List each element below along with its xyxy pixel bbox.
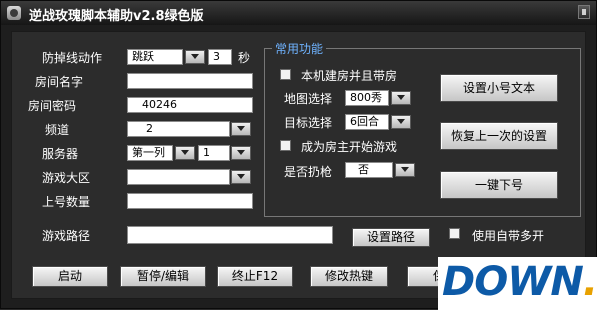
hotkey-button[interactable]: 修改热键 xyxy=(310,266,388,287)
seconds-unit-label: 秒 xyxy=(238,51,251,65)
channel-dropdown-icon[interactable] xyxy=(231,122,251,136)
server-index-select[interactable]: 1 xyxy=(198,145,230,161)
pause-edit-button[interactable]: 暂停/编辑 xyxy=(120,266,206,287)
window-title: 逆战玫瑰脚本辅助v2.8绿色版 xyxy=(29,9,204,24)
throw-gun-dropdown-icon[interactable] xyxy=(395,163,415,177)
server-label: 服务器 xyxy=(42,147,79,161)
throw-gun-label: 是否扔枪 xyxy=(284,165,333,179)
host-start-checkbox[interactable] xyxy=(280,140,291,151)
game-path-label: 游戏路径 xyxy=(42,229,91,243)
target-dropdown-icon[interactable] xyxy=(391,115,411,129)
room-name-label: 房间名字 xyxy=(35,75,84,89)
anti-drop-seconds-input[interactable]: 3 xyxy=(208,49,232,65)
app-icon xyxy=(7,6,21,20)
title-bar: 逆战玫瑰脚本辅助v2.8绿色版 xyxy=(1,1,596,25)
target-select[interactable]: 6回合 xyxy=(345,114,389,130)
watermark-main: DOWN xyxy=(442,259,584,305)
host-start-label: 成为房主开始游戏 xyxy=(301,140,398,154)
multi-open-checkbox[interactable] xyxy=(449,228,460,239)
close-icon[interactable] xyxy=(578,5,590,19)
restore-settings-button[interactable]: 恢复上一次的设置 xyxy=(440,122,558,150)
room-name-input[interactable] xyxy=(127,73,253,89)
channel-label: 频道 xyxy=(45,123,70,137)
anti-drop-dropdown-icon[interactable] xyxy=(185,50,205,64)
one-click-logout-button[interactable]: 一键下号 xyxy=(440,171,558,199)
host-room-label: 本机建房并且带房 xyxy=(301,69,398,83)
server-select[interactable]: 第一列 xyxy=(127,145,173,161)
account-count-label: 上号数量 xyxy=(42,195,91,209)
server-dropdown-icon[interactable] xyxy=(175,146,195,160)
target-label: 目标选择 xyxy=(284,116,333,130)
region-label: 游戏大区 xyxy=(42,171,91,185)
room-password-label: 房间密码 xyxy=(28,99,77,113)
start-button[interactable]: 启动 xyxy=(32,266,108,287)
stop-button[interactable]: 终止F12 xyxy=(217,266,293,287)
throw-gun-select[interactable]: 否 xyxy=(345,162,393,178)
host-room-checkbox[interactable] xyxy=(280,69,291,80)
set-alt-text-button[interactable]: 设置小号文本 xyxy=(440,74,558,102)
anti-drop-label: 防掉线动作 xyxy=(42,51,103,65)
region-dropdown-icon[interactable] xyxy=(231,170,251,184)
account-count-input[interactable] xyxy=(127,193,253,209)
set-path-button[interactable]: 设置路径 xyxy=(352,228,430,247)
multi-open-label: 使用自带多开 xyxy=(472,229,545,243)
common-functions-title: 常用功能 xyxy=(272,40,327,57)
region-select[interactable] xyxy=(127,169,230,185)
map-label: 地图选择 xyxy=(284,92,333,106)
map-select[interactable]: 800秀 xyxy=(345,90,389,106)
channel-select[interactable]: 2 xyxy=(127,121,230,137)
room-password-input[interactable]: 40246 xyxy=(127,97,253,113)
server-index-dropdown-icon[interactable] xyxy=(231,146,251,160)
anti-drop-select[interactable]: 跳跃 xyxy=(127,49,183,65)
watermark-text: DOWN.cc xyxy=(442,259,597,305)
watermark-logo: DOWN.cc xyxy=(438,257,597,310)
app-window: 逆战玫瑰脚本辅助v2.8绿色版 防掉线动作 跳跃 3 秒 房间名字 房间密码 4… xyxy=(0,0,597,310)
game-path-input[interactable] xyxy=(127,226,333,244)
watermark-dot: . xyxy=(582,259,597,305)
map-dropdown-icon[interactable] xyxy=(391,91,411,105)
